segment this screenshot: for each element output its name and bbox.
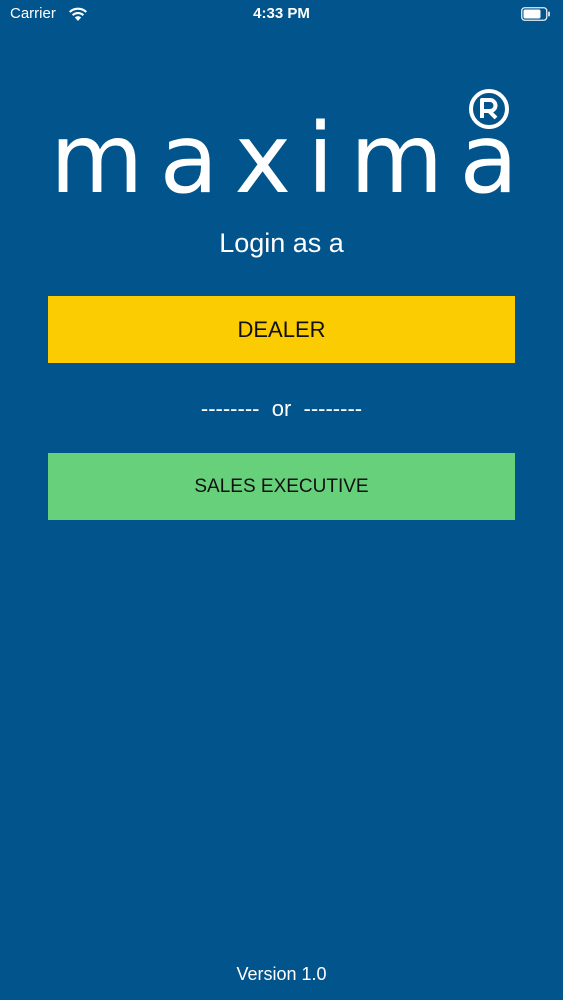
- status-time: 4:33 PM: [253, 5, 310, 22]
- or-separator: -------- or --------: [200, 396, 363, 421]
- battery-icon: [521, 7, 550, 21]
- sales-executive-button[interactable]: SALES EXECUTIVE: [48, 453, 515, 520]
- dealer-button[interactable]: DEALER: [48, 296, 515, 363]
- version-label: Version 1.0: [236, 964, 327, 984]
- maxima-logo: maxima: [50, 89, 518, 207]
- login-prompt: Login as a: [219, 228, 344, 258]
- registered-trademark-icon: [469, 89, 509, 129]
- login-screen: Carrier 4:33 PM maxima Login as a DEALER…: [0, 0, 563, 1000]
- status-bar: Carrier 4:33 PM: [0, 0, 563, 30]
- logo-text: maxima: [50, 103, 535, 215]
